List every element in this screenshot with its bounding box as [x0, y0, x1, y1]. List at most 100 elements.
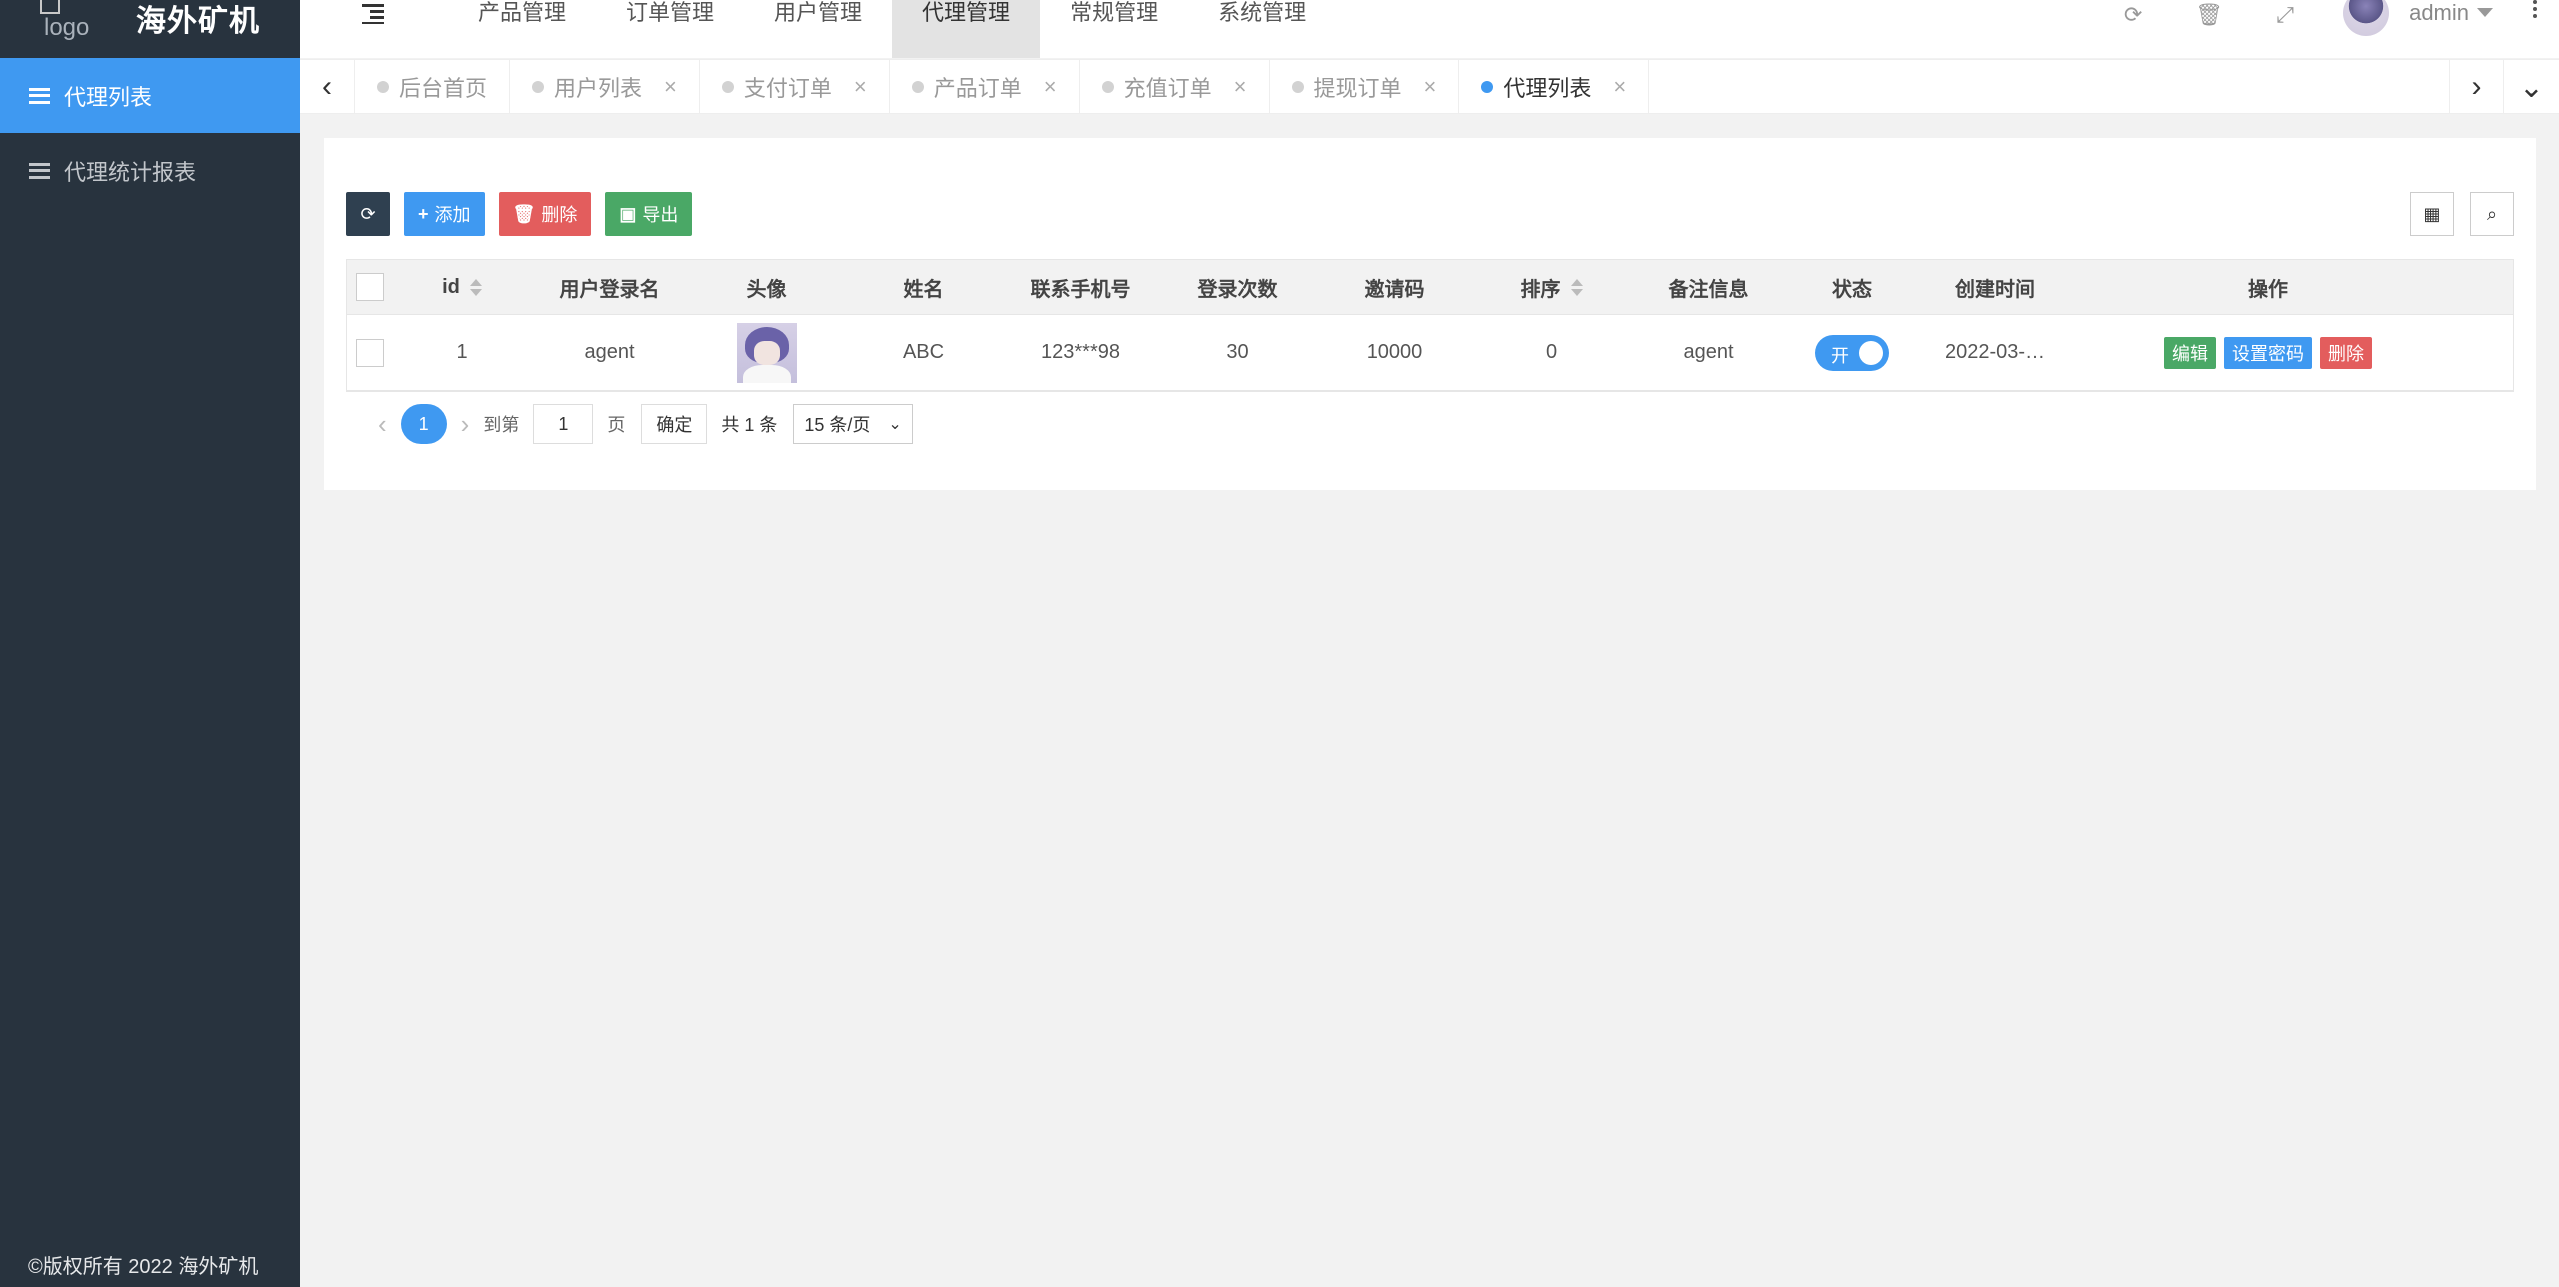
trash-icon[interactable]: 🗑	[2171, 0, 2247, 30]
dot-icon	[1291, 81, 1304, 93]
goto-label: 到第	[483, 415, 520, 435]
page-size-value: 15 条/页	[804, 415, 871, 435]
col-sort[interactable]: 排序	[1473, 273, 1630, 302]
toggle-label: 开	[1831, 345, 1849, 366]
copyright-footer: ©版权所有 2022 海外矿机	[28, 1256, 259, 1278]
chevron-right-icon[interactable]: ›	[2449, 60, 2504, 114]
export-button[interactable]: ▣ 导出	[605, 192, 693, 236]
dot-icon	[1101, 81, 1114, 93]
columns-icon[interactable]: ▦	[2410, 192, 2454, 236]
chevron-down-icon[interactable]: ⌄	[2504, 60, 2559, 114]
cell-sort: 0	[1545, 341, 1558, 363]
export-label: 导出	[642, 205, 679, 225]
nav-order[interactable]: 订单管理	[596, 0, 744, 58]
sidebar-item-label: 代理统计报表	[64, 159, 197, 185]
col-status: 状态	[1832, 278, 1872, 301]
toolbar: ⟳ + 添加 🗑 删除 ▣ 导出	[346, 192, 693, 236]
page-label: 页	[607, 415, 626, 435]
cell-status: 开	[1787, 334, 1917, 371]
current-page[interactable]: 1	[400, 404, 447, 444]
close-icon[interactable]: ×	[664, 74, 677, 100]
nav-general[interactable]: 常规管理	[1040, 0, 1188, 58]
select-all-checkbox[interactable]	[356, 273, 384, 301]
sidebar-item-agent-list[interactable]: 代理列表	[0, 58, 300, 133]
menu-fold-icon[interactable]	[362, 4, 384, 24]
sort-icon[interactable]	[1570, 278, 1583, 296]
select-all-cell	[347, 273, 393, 301]
tab-product-order[interactable]: 产品订单 ×	[890, 60, 1080, 114]
prev-page-icon[interactable]: ‹	[378, 409, 387, 440]
dot-icon	[532, 81, 545, 93]
close-icon[interactable]: ×	[1044, 74, 1057, 100]
set-password-button[interactable]: 设置密码	[2224, 336, 2312, 369]
nav-product[interactable]: 产品管理	[448, 0, 596, 58]
plus-icon: +	[418, 203, 429, 224]
top-header: 产品管理 订单管理 用户管理 代理管理 常规管理 系统管理 ⟳ 🗑 ⤢ admi…	[300, 0, 2559, 58]
sidebar-item-label: 代理列表	[64, 84, 153, 110]
cell-login-count: 30	[1226, 341, 1249, 363]
goto-confirm-button[interactable]: 确定	[641, 404, 708, 444]
brand-name: 海外矿机	[136, 5, 260, 38]
close-icon[interactable]: ×	[1613, 74, 1626, 100]
refresh-icon[interactable]: ⟳	[2095, 0, 2171, 30]
nav-system[interactable]: 系统管理	[1188, 0, 1336, 58]
close-icon[interactable]: ×	[1424, 74, 1437, 100]
tab-list: 后台首页 用户列表 × 支付订单 × 产品订单 × 充值订单 × 提现订单 × 代理列表 ×	[355, 60, 2449, 114]
col-invite-code: 邀请码	[1364, 278, 1425, 301]
col-username: 用户登录名	[559, 278, 660, 301]
table-row: 1 agent ABC 123***98 30 10000 0 agent 开 …	[347, 315, 2513, 391]
tab-user-list[interactable]: 用户列表 ×	[510, 60, 700, 114]
search-icon[interactable]: ⌕	[2470, 192, 2514, 236]
header-tools: ⟳ 🗑 ⤢ admin	[2095, 0, 2559, 40]
tab-withdraw-order[interactable]: 提现订单 ×	[1270, 60, 1460, 114]
row-checkbox[interactable]	[356, 338, 384, 367]
avatar[interactable]	[2343, 0, 2390, 36]
tab-label: 后台首页	[399, 76, 488, 101]
top-nav: 产品管理 订单管理 用户管理 代理管理 常规管理 系统管理	[448, 0, 1336, 58]
status-toggle[interactable]: 开	[1815, 334, 1889, 371]
edit-button[interactable]: 编辑	[2164, 336, 2216, 369]
col-phone: 联系手机号	[1030, 278, 1131, 301]
tab-recharge-order[interactable]: 充值订单 ×	[1080, 60, 1270, 114]
delete-row-button[interactable]: 删除	[2320, 336, 2372, 369]
tab-label: 用户列表	[554, 76, 643, 101]
tab-agent-list[interactable]: 代理列表 ×	[1459, 60, 1650, 114]
tab-label: 代理列表	[1503, 76, 1592, 101]
page-size-select[interactable]: 15 条/页 ⌄	[793, 404, 913, 444]
dot-icon	[911, 81, 924, 93]
next-page-icon[interactable]: ›	[461, 409, 470, 440]
cell-ops: 编辑 设置密码 删除	[2073, 336, 2463, 369]
cell-invite-code: 10000	[1366, 341, 1423, 363]
tab-home[interactable]: 后台首页	[355, 60, 511, 114]
sort-icon[interactable]	[469, 278, 482, 296]
delete-button[interactable]: 🗑 删除	[498, 192, 592, 236]
tab-bar: ‹ 后台首页 用户列表 × 支付订单 × 产品订单 × 充值订单 × 提现订单 × 代理列…	[300, 59, 2559, 114]
goto-page-input[interactable]: 1	[533, 404, 594, 444]
col-id[interactable]: id	[393, 276, 531, 299]
logo-image: logo	[44, 14, 90, 41]
add-button[interactable]: + 添加	[404, 192, 485, 236]
user-name[interactable]: admin	[2409, 0, 2469, 26]
refresh-button[interactable]: ⟳	[346, 192, 390, 236]
sidebar: logo 海外矿机 代理列表 代理统计报表 ©版权所有 2022 海外矿机	[0, 0, 300, 1287]
sidebar-item-agent-report[interactable]: 代理统计报表	[0, 133, 300, 208]
chevron-down-icon[interactable]	[2477, 8, 2493, 17]
close-icon[interactable]: ×	[854, 74, 867, 100]
content-card: ⟳ + 添加 🗑 删除 ▣ 导出 ▦ ⌕ id 用户登录名 头像 姓名 联系手机号 登…	[324, 138, 2536, 490]
col-created: 创建时间	[1955, 278, 2035, 301]
nav-user[interactable]: 用户管理	[744, 0, 892, 58]
avatar[interactable]	[736, 322, 797, 383]
tab-label: 充值订单	[1123, 76, 1212, 101]
logo-area: logo 海外矿机	[0, 0, 300, 58]
fullscreen-icon[interactable]: ⤢	[2247, 0, 2323, 30]
chevron-left-icon[interactable]: ‹	[300, 60, 355, 114]
row-select-cell	[347, 338, 393, 367]
col-name: 姓名	[903, 278, 944, 301]
close-icon[interactable]: ×	[1234, 74, 1247, 100]
cell-remark: agent	[1683, 341, 1734, 363]
broken-image-icon	[40, 0, 60, 14]
nav-agent[interactable]: 代理管理	[892, 0, 1041, 58]
more-icon[interactable]	[2533, 0, 2537, 18]
tab-pay-order[interactable]: 支付订单 ×	[700, 60, 890, 114]
toggle-knob	[1859, 340, 1883, 365]
